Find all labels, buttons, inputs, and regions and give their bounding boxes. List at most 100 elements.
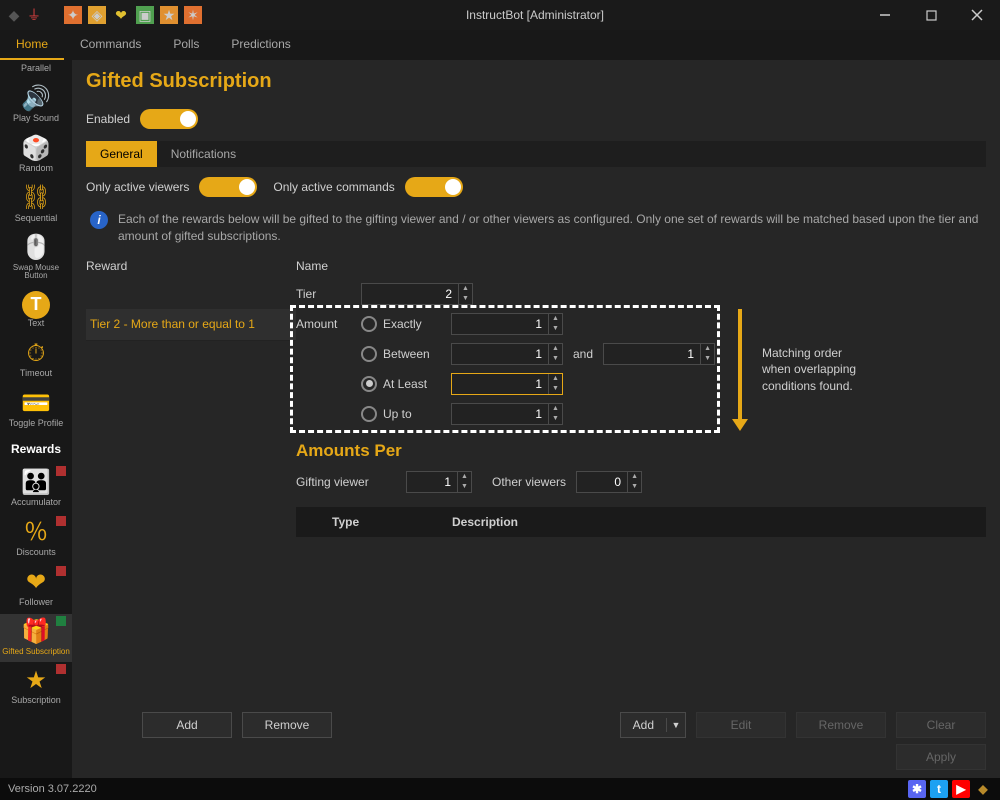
titlebar-left-icons: ◆ ⏚ <box>0 7 48 23</box>
star-icon: ★ <box>17 666 55 696</box>
titlebar-icon-1[interactable]: ✦ <box>64 6 82 24</box>
subtab-notifications[interactable]: Notifications <box>157 141 250 167</box>
tier-label: Tier <box>296 287 351 301</box>
amount-between-a-spinner[interactable]: ▲▼ <box>451 343 563 365</box>
close-button[interactable] <box>954 0 1000 30</box>
sidebar-item-random[interactable]: 🎲 Random <box>0 130 72 180</box>
sub-tabs: General Notifications <box>86 141 986 167</box>
sidebar-item-accumulator[interactable]: 👪 Accumulator <box>0 464 72 514</box>
sidebar-item-parallel[interactable]: Parallel <box>0 60 72 80</box>
type-column-header: Type <box>320 507 440 537</box>
minimize-button[interactable] <box>862 0 908 30</box>
matching-order-indicator: Matching order when overlapping conditio… <box>732 309 932 431</box>
amount-upto-radio[interactable]: Up to <box>361 406 441 422</box>
enabled-toggle[interactable] <box>140 109 198 129</box>
tier-spinner[interactable]: ▲▼ <box>361 283 473 305</box>
titlebar-icon-4[interactable]: ▣ <box>136 6 154 24</box>
sidebar-item-follower[interactable]: ❤ Follower <box>0 564 72 614</box>
amount-atleast-radio[interactable]: At Least <box>361 376 441 392</box>
only-active-viewers-label: Only active viewers <box>86 180 189 194</box>
page-title: Gifted Subscription <box>86 70 986 93</box>
titlebar-icon-5[interactable]: ★ <box>160 6 178 24</box>
statusbar: Version 3.07.2220 ✱ t ▶ ◆ <box>0 778 1000 800</box>
enabled-label: Enabled <box>86 112 130 126</box>
info-icon: i <box>90 211 108 229</box>
matching-order-text: Matching order when overlapping conditio… <box>762 345 872 395</box>
reward-column-header: Reward <box>86 253 296 279</box>
amount-add-split-button[interactable]: Add ▼ <box>620 712 686 738</box>
sidebar-item-toggle-profile[interactable]: 💳 Toggle Profile <box>0 385 72 435</box>
status-badge-icon <box>56 664 66 674</box>
reward-list-item[interactable]: Tier 2 - More than or equal to 1 <box>86 309 296 341</box>
amount-between-radio[interactable]: Between <box>361 346 441 362</box>
amount-label: Amount <box>296 317 351 331</box>
reward-add-button[interactable]: Add <box>142 712 232 738</box>
sidebar-item-play-sound[interactable]: 🔊 Play Sound <box>0 80 72 130</box>
apply-button[interactable]: Apply <box>896 744 986 770</box>
only-active-viewers-toggle[interactable] <box>199 177 257 197</box>
tab-polls[interactable]: Polls <box>157 30 215 60</box>
description-column-header: Description <box>440 507 530 537</box>
other-viewers-spinner[interactable]: ▲▼ <box>576 471 642 493</box>
gifting-viewer-spinner[interactable]: ▲▼ <box>406 471 472 493</box>
status-badge-icon <box>56 466 66 476</box>
gift-icon: 🎁 <box>17 618 55 648</box>
main-tabs: Home Commands Polls Predictions <box>0 30 1000 60</box>
sidebar-item-gifted-subscription[interactable]: 🎁 Gifted Subscription <box>0 614 72 663</box>
sidebar: Parallel 🔊 Play Sound 🎲 Random ⛓ Sequent… <box>0 60 72 778</box>
speaker-icon: 🔊 <box>17 84 55 114</box>
maximize-button[interactable] <box>908 0 954 30</box>
only-active-commands-toggle[interactable] <box>405 177 463 197</box>
amount-remove-button[interactable]: Remove <box>796 712 886 738</box>
amounts-table-header: Type Description <box>296 507 986 537</box>
subtab-general[interactable]: General <box>86 141 157 167</box>
amount-between-b-spinner[interactable]: ▲▼ <box>603 343 715 365</box>
amount-edit-button[interactable]: Edit <box>696 712 786 738</box>
sidebar-item-swap-mouse[interactable]: 🖱️ Swap Mouse Button <box>0 230 72 288</box>
sidebar-item-discounts[interactable]: ％ Discounts <box>0 514 72 564</box>
status-badge-icon <box>56 516 66 526</box>
sidebar-item-subscription[interactable]: ★ Subscription <box>0 662 72 712</box>
dice-icon: 🎲 <box>17 134 55 164</box>
tab-predictions[interactable]: Predictions <box>215 30 306 60</box>
content-panel: Gifted Subscription Enabled General Noti… <box>72 60 1000 778</box>
profile-icon: 💳 <box>17 389 55 419</box>
chevron-down-icon[interactable]: ▼ <box>667 720 685 730</box>
titlebar-icon-2[interactable]: ◈ <box>88 6 106 24</box>
reward-remove-button[interactable]: Remove <box>242 712 332 738</box>
status-badge-icon <box>56 616 66 626</box>
twitter-icon[interactable]: t <box>930 780 948 798</box>
app-window: ◆ ⏚ ✦ ◈ ❤ ▣ ★ ✶ InstructBot [Administrat… <box>0 0 1000 800</box>
amount-exactly-spinner[interactable]: ▲▼ <box>451 313 563 335</box>
info-text: Each of the rewards below will be gifted… <box>118 211 982 245</box>
amount-atleast-spinner[interactable]: ▲▼ <box>451 373 563 395</box>
youtube-icon[interactable]: ▶ <box>952 780 970 798</box>
sidebar-item-timeout[interactable]: ⏱ Timeout <box>0 335 72 385</box>
titlebar-icon-6[interactable]: ✶ <box>184 6 202 24</box>
sidebar-item-sequential[interactable]: ⛓ Sequential <box>0 180 72 230</box>
plug-icon: ⏚ <box>26 7 42 23</box>
text-icon: T <box>22 291 50 319</box>
tab-home[interactable]: Home <box>0 30 64 60</box>
other-viewers-label: Other viewers <box>492 475 566 489</box>
spin-up-icon[interactable]: ▲ <box>459 284 472 294</box>
tier-input[interactable] <box>362 284 458 304</box>
between-and-label: and <box>573 347 593 361</box>
sidebar-category-rewards: Rewards <box>0 435 72 464</box>
amount-clear-button[interactable]: Clear <box>896 712 986 738</box>
spin-down-icon[interactable]: ▼ <box>459 294 472 304</box>
tab-commands[interactable]: Commands <box>64 30 157 60</box>
discord-icon[interactable]: ✱ <box>908 780 926 798</box>
titlebar-icon-3[interactable]: ❤ <box>112 6 130 24</box>
accumulator-icon: 👪 <box>17 468 55 498</box>
sidebar-item-text[interactable]: T Text <box>0 287 72 335</box>
sequence-icon: ⛓ <box>17 184 55 214</box>
amount-upto-spinner[interactable]: ▲▼ <box>451 403 563 425</box>
only-active-commands-label: Only active commands <box>273 180 394 194</box>
stopwatch-icon: ⏱ <box>17 339 55 369</box>
arrow-down-icon <box>738 309 742 419</box>
amount-exactly-radio[interactable]: Exactly <box>361 316 441 332</box>
status-badge-icon <box>56 566 66 576</box>
heart-icon: ❤ <box>17 568 55 598</box>
app-logo-icon: ◆ <box>974 780 992 798</box>
